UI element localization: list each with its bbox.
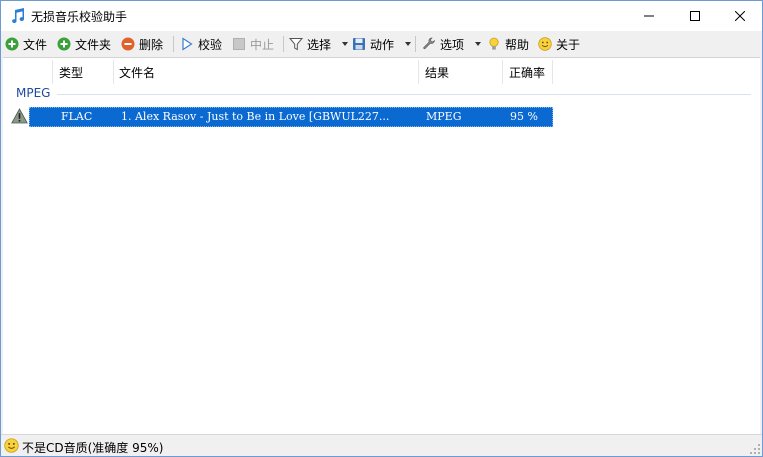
add-folder-button[interactable]: 文件夹 xyxy=(57,34,111,54)
action-button[interactable]: 动作 xyxy=(352,34,394,54)
column-header-result-label: 结果 xyxy=(425,65,450,80)
close-button[interactable] xyxy=(717,1,763,31)
delete-icon xyxy=(121,37,135,51)
add-file-button[interactable]: 文件 xyxy=(5,34,47,54)
play-icon xyxy=(182,37,193,51)
app-window: 无损音乐校验助手 文件 文件夹 删除 校验 中止 选择 动作 选项 帮助 关于 … xyxy=(0,0,763,457)
music-note-icon xyxy=(12,8,25,24)
group-header[interactable]: MPEG xyxy=(16,86,50,104)
delete-label: 删除 xyxy=(139,37,164,52)
toolbar-separator xyxy=(173,36,174,52)
column-header-accuracy[interactable]: 正确率 xyxy=(503,58,553,86)
save-disk-icon xyxy=(353,38,365,50)
status-text: 不是CD音质(准确度 95%) xyxy=(22,441,164,455)
select-label: 选择 xyxy=(307,37,332,52)
add-file-icon xyxy=(5,37,19,51)
row-result: MPEG xyxy=(426,110,462,123)
about-button[interactable]: 关于 xyxy=(538,34,580,54)
about-label: 关于 xyxy=(556,37,581,52)
options-label: 选项 xyxy=(440,37,465,52)
options-button[interactable]: 选项 xyxy=(422,34,464,54)
column-header-type[interactable]: 类型 xyxy=(53,58,113,86)
stop-label: 中止 xyxy=(250,37,275,52)
action-label: 动作 xyxy=(370,37,395,52)
help-label: 帮助 xyxy=(505,37,530,52)
filter-icon xyxy=(289,38,303,51)
minimize-icon xyxy=(644,15,654,17)
column-header-filename-label: 文件名 xyxy=(119,65,156,80)
status-bar: 不是CD音质(准确度 95%) xyxy=(1,434,762,456)
wrench-icon xyxy=(423,37,435,50)
column-header-filename[interactable]: 文件名 xyxy=(113,58,418,86)
toolbar-separator xyxy=(283,36,284,52)
column-header-accuracy-label: 正确率 xyxy=(509,65,546,80)
maximize-icon xyxy=(690,11,700,21)
smiley-icon xyxy=(538,37,552,51)
stop-icon xyxy=(233,38,245,50)
warning-icon xyxy=(11,108,28,124)
row-accuracy: 95 % xyxy=(510,110,538,123)
group-divider xyxy=(57,94,751,95)
table-row[interactable]: FLAC 1. Alex Rasov - Just to Be in Love … xyxy=(29,107,553,127)
options-dropdown-arrow-icon[interactable] xyxy=(475,42,481,46)
verify-label: 校验 xyxy=(198,37,223,52)
close-icon xyxy=(735,11,745,21)
column-header-result[interactable]: 结果 xyxy=(419,58,503,86)
delete-button[interactable]: 删除 xyxy=(121,34,163,54)
add-folder-icon xyxy=(57,37,71,51)
resize-grip-icon[interactable] xyxy=(750,444,760,454)
stop-button[interactable]: 中止 xyxy=(232,34,274,54)
window-title: 无损音乐校验助手 xyxy=(31,10,128,24)
row-filename: 1. Alex Rasov - Just to Be in Love [GBWU… xyxy=(121,110,390,123)
column-divider xyxy=(552,60,553,84)
add-file-label: 文件 xyxy=(23,37,48,52)
verify-button[interactable]: 校验 xyxy=(180,34,222,54)
minimize-button[interactable] xyxy=(626,1,672,31)
title-bar[interactable]: 无损音乐校验助手 xyxy=(1,1,762,31)
file-list[interactable]: 类型 文件名 结果 正确率 MPEG FLAC 1. Alex Rasov - … xyxy=(3,57,760,434)
add-folder-label: 文件夹 xyxy=(75,37,112,52)
maximize-button[interactable] xyxy=(672,1,718,31)
column-header-type-label: 类型 xyxy=(59,65,84,80)
action-dropdown-arrow-icon[interactable] xyxy=(405,42,411,46)
smiley-icon xyxy=(4,438,19,453)
lightbulb-icon xyxy=(489,37,499,50)
row-type: FLAC xyxy=(61,110,93,123)
toolbar: 文件 文件夹 删除 校验 中止 选择 动作 选项 帮助 关于 xyxy=(1,31,762,56)
select-dropdown-arrow-icon[interactable] xyxy=(342,42,348,46)
select-button[interactable]: 选择 xyxy=(289,34,331,54)
toolbar-separator xyxy=(415,36,416,52)
help-button[interactable]: 帮助 xyxy=(487,34,529,54)
